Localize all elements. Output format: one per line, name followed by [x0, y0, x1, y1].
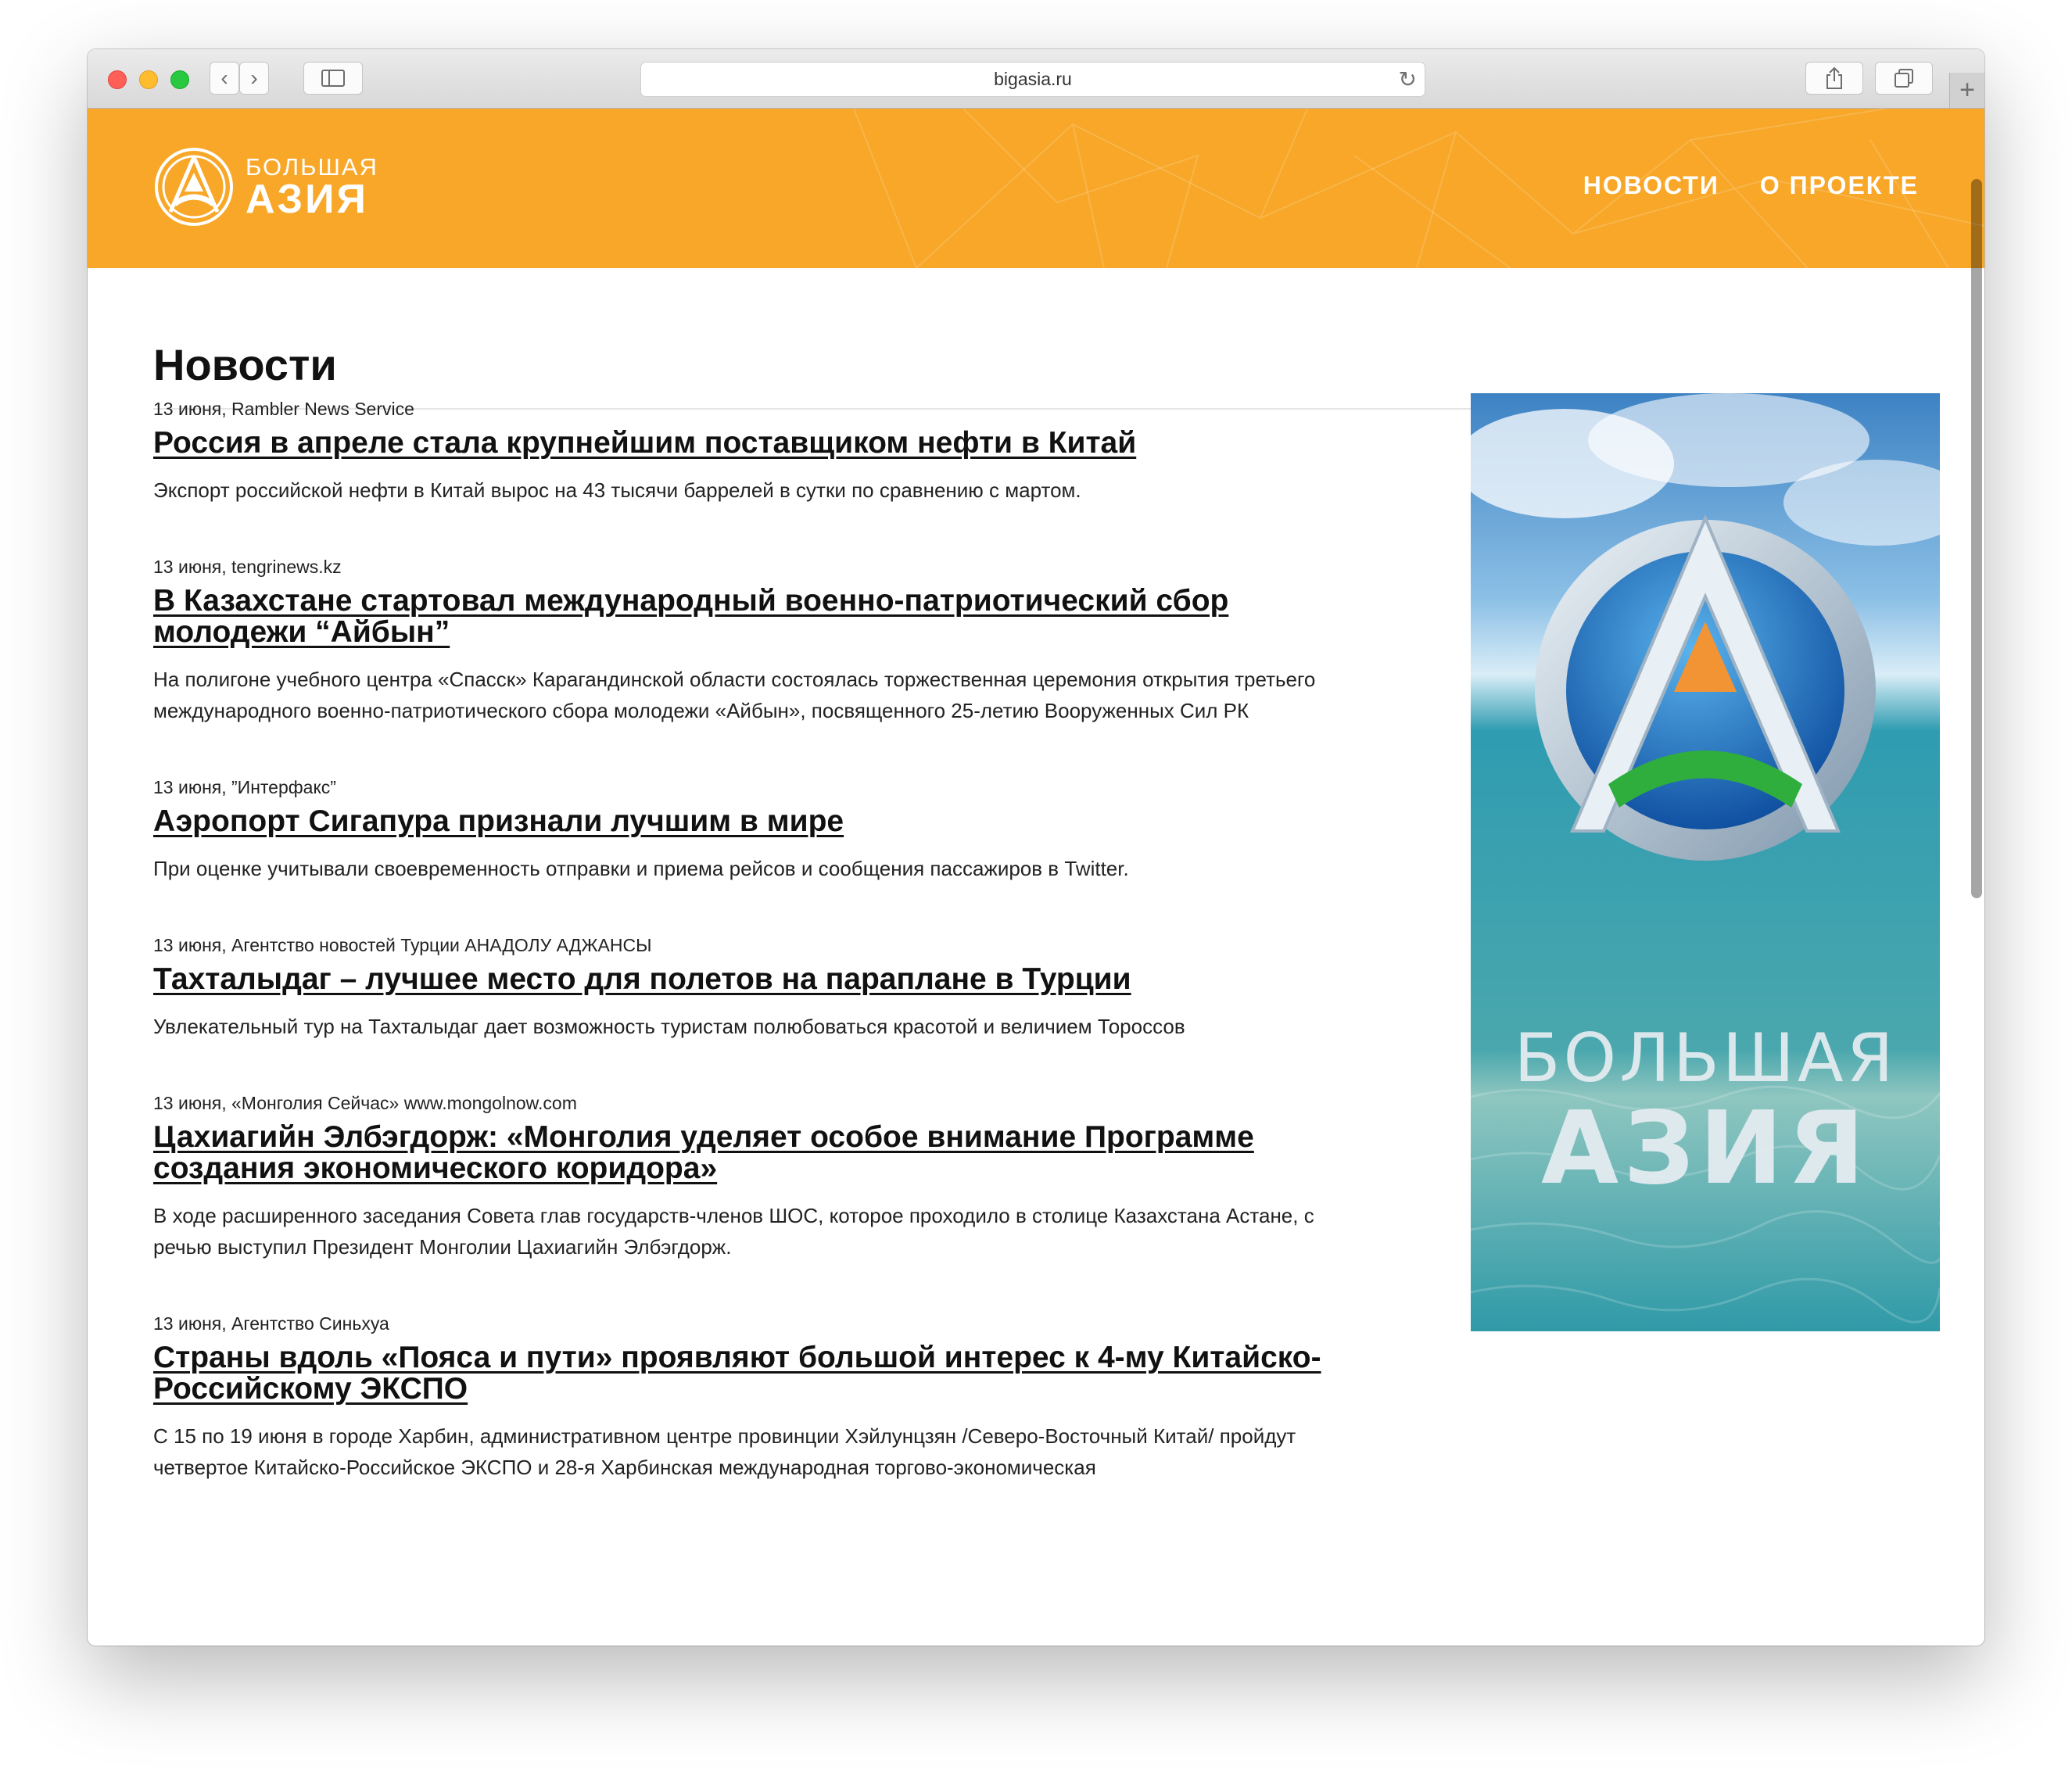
- promo-banner[interactable]: БОЛЬШАЯ АЗИЯ: [1471, 393, 1940, 1331]
- site-logo[interactable]: БОЛЬШАЯ АЗИЯ: [153, 146, 378, 227]
- tabs-icon: [1895, 69, 1913, 88]
- news-item: 13 июня, Агентство Синьхуа Страны вдоль …: [153, 1311, 1350, 1483]
- news-summary: На полигоне учебного центра «Спасск» Кар…: [153, 668, 1316, 722]
- web-page: БОЛЬШАЯ АЗИЯ НОВОСТИ О ПРОЕКТЕ Новости 1…: [88, 109, 1984, 1646]
- news-title-link[interactable]: В Казахстане стартовал международный вое…: [153, 586, 1350, 648]
- news-title-link[interactable]: Аэропорт Сигапура признали лучшим в мире: [153, 806, 1350, 837]
- banner-line1: БОЛЬШАЯ: [1515, 1019, 1897, 1098]
- plus-icon: +: [1959, 75, 1975, 105]
- logo-line2: АЗИЯ: [246, 177, 368, 222]
- news-summary: При оценке учитывали своевременность отп…: [153, 857, 1129, 880]
- news-item: 13 июня, tengrinews.kz В Казахстане стар…: [153, 554, 1350, 726]
- reload-icon[interactable]: ↻: [1399, 64, 1417, 95]
- browser-toolbar: ‹ › bigasia.ru ↻ +: [88, 49, 1984, 109]
- main-nav: НОВОСТИ О ПРОЕКТЕ: [1583, 171, 1919, 200]
- back-button[interactable]: ‹: [210, 62, 239, 95]
- news-meta: 13 июня, «Монголия Сейчас» www.mongolnow…: [153, 1093, 577, 1113]
- news-summary: С 15 по 19 июня в городе Харбин, админис…: [153, 1424, 1296, 1479]
- chevron-left-icon: ‹: [220, 66, 228, 90]
- browser-window: ‹ › bigasia.ru ↻ + БОЛЬШАЯ АЗИЯ НОВОСТИ …: [88, 49, 1984, 1646]
- close-window-button[interactable]: [108, 70, 127, 89]
- share-button[interactable]: [1805, 62, 1863, 95]
- forward-button[interactable]: ›: [239, 62, 269, 95]
- news-meta: 13 июня, Агентство Синьхуа: [153, 1313, 389, 1334]
- news-title-link[interactable]: Россия в апреле стала крупнейшим поставщ…: [153, 428, 1350, 459]
- bigasia-banner-image: БОЛЬШАЯ АЗИЯ: [1471, 393, 1940, 1331]
- news-item: 13 июня, Агентство новостей Турции АНАДО…: [153, 933, 1350, 1042]
- page-scrollbar[interactable]: [1969, 109, 1984, 1646]
- zoom-window-button[interactable]: [170, 70, 189, 89]
- tabs-overview-button[interactable]: [1875, 62, 1933, 95]
- share-icon: [1826, 66, 1842, 89]
- news-item: 13 июня, «Монголия Сейчас» www.mongolnow…: [153, 1091, 1350, 1263]
- chevron-right-icon: ›: [250, 66, 258, 90]
- minimize-window-button[interactable]: [139, 70, 158, 89]
- news-meta: 13 июня, ”Интерфакс”: [153, 777, 336, 797]
- news-summary: Увлекательный тур на Тахталыдаг дает воз…: [153, 1015, 1185, 1038]
- news-meta: 13 июня, Агентство новостей Турции АНАДО…: [153, 935, 652, 955]
- news-title-link[interactable]: Страны вдоль «Пояса и пути» проявляют бо…: [153, 1342, 1350, 1405]
- news-summary: Экспорт российской нефти в Китай вырос н…: [153, 478, 1081, 502]
- news-meta: 13 июня, Rambler News Service: [153, 399, 414, 419]
- new-tab-button[interactable]: +: [1949, 73, 1984, 108]
- page-title: Новости: [153, 340, 337, 389]
- news-list: 13 июня, Rambler News Service Россия в а…: [153, 396, 1350, 1531]
- nav-link-about[interactable]: О ПРОЕКТЕ: [1760, 171, 1919, 200]
- news-item: 13 июня, ”Интерфакс” Аэропорт Сигапура п…: [153, 775, 1350, 884]
- news-title-link[interactable]: Цахиагийн Элбэгдорж: «Монголия уделяет о…: [153, 1122, 1350, 1184]
- news-title-link[interactable]: Тахталыдаг – лучшее место для полетов на…: [153, 964, 1350, 995]
- news-meta: 13 июня, tengrinews.kz: [153, 557, 342, 577]
- news-item: 13 июня, Rambler News Service Россия в а…: [153, 396, 1350, 506]
- site-header: БОЛЬШАЯ АЗИЯ НОВОСТИ О ПРОЕКТЕ: [88, 109, 1984, 268]
- address-bar[interactable]: bigasia.ru ↻: [640, 62, 1425, 97]
- banner-line2: АЗИЯ: [1541, 1091, 1869, 1207]
- sidebar-toggle-button[interactable]: [303, 62, 363, 95]
- sidebar-icon: [321, 70, 345, 87]
- news-summary: В ходе расширенного заседания Совета гла…: [153, 1204, 1314, 1259]
- scrollbar-thumb[interactable]: [1971, 179, 1982, 898]
- main-content: Новости 13 июня, Rambler News Service Ро…: [153, 268, 1940, 1479]
- nav-link-news[interactable]: НОВОСТИ: [1583, 171, 1719, 200]
- logo-text: БОЛЬШАЯ АЗИЯ: [246, 155, 378, 222]
- bigasia-logo-icon: [155, 148, 233, 226]
- url-text: bigasia.ru: [994, 69, 1072, 89]
